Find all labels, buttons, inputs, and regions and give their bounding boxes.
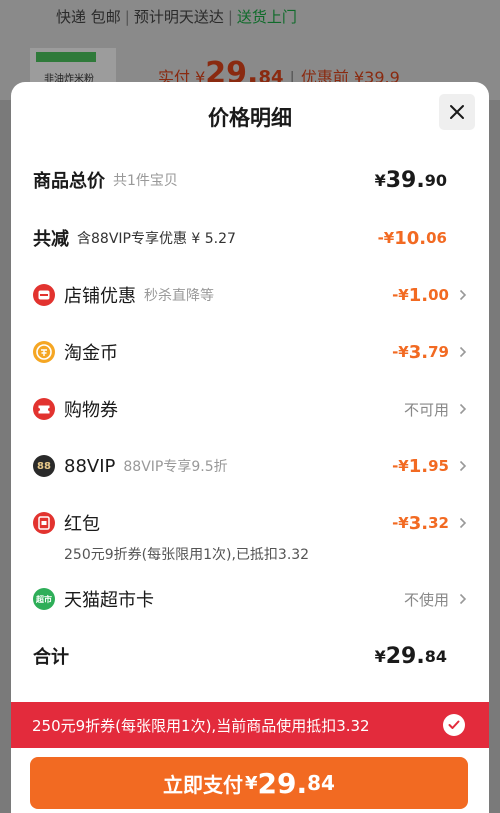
chevron-right-icon	[459, 503, 467, 543]
row-amount: -¥ 1. 95	[392, 446, 449, 486]
red-packet-note: 250元9折券(每张限用1次),已抵扣3.32	[64, 547, 310, 563]
chevron-right-icon	[459, 446, 467, 486]
amount-dec: 95	[428, 457, 449, 475]
row-sub: 秒杀直降等	[144, 288, 214, 304]
shipping-door: 送货上门	[236, 8, 297, 26]
amount-dec: 06	[426, 229, 447, 247]
amount-int: 1.	[408, 455, 429, 477]
pay-int: 29.	[257, 766, 308, 800]
chevron-right-icon	[459, 275, 467, 315]
amount-yen: -¥	[392, 457, 409, 475]
vip88-icon: 88	[33, 455, 55, 477]
chevron-right-icon	[459, 389, 467, 429]
row-label: 商品总价	[33, 171, 105, 192]
row-label: 淘金币	[64, 343, 118, 364]
row-tmall-card[interactable]: 超市 天猫超市卡 不使用	[11, 579, 489, 619]
coupon-banner[interactable]: 250元9折券(每张限用1次),当前商品使用抵扣3.32	[11, 702, 489, 748]
amount-dec: 84	[424, 646, 447, 666]
chevron-right-icon	[459, 332, 467, 372]
amount-dec: 90	[424, 170, 447, 190]
row-status: 不可用	[404, 389, 449, 429]
amount-int: 29.	[385, 643, 425, 669]
row-label: 合计	[33, 647, 69, 668]
amount-yen: -¥	[392, 514, 409, 532]
row-status: 不使用	[404, 579, 449, 619]
row-sub: 共1件宝贝	[113, 173, 178, 189]
amount-int: 3.	[408, 341, 429, 363]
row-amount: ¥39. 90	[375, 160, 447, 200]
amount-dec: 00	[428, 286, 449, 304]
row-label: 红包	[64, 514, 100, 535]
amount-int: 1.	[408, 284, 429, 306]
status-text: 不使用	[403, 590, 449, 609]
chevron-right-icon	[459, 579, 467, 619]
row-amount: -¥ 3. 32	[392, 503, 449, 543]
row-total-reduce: 共减 含88VIP专享优惠 ¥ 5.27 -¥ 10. 06	[11, 218, 489, 258]
row-sub: 含88VIP专享优惠 ¥ 5.27	[77, 231, 236, 247]
row-label: 88VIP	[64, 455, 116, 477]
pay-dec: 84	[307, 771, 335, 795]
row-taojinbi[interactable]: 淘金币 -¥ 3. 79	[11, 332, 489, 372]
shipping-info: 快递 包邮 | 预计明天送达 | 送货上门	[56, 8, 297, 26]
amount-int: 39.	[385, 167, 425, 193]
amount-dec: 79	[428, 343, 449, 361]
red-packet-icon	[33, 512, 55, 534]
row-label: 天猫超市卡	[64, 590, 154, 611]
coupon-ticket-icon	[33, 398, 55, 420]
row-label: 共减	[33, 229, 69, 250]
product-thumbnail-tag	[36, 52, 96, 62]
amount-dec: 32	[428, 514, 449, 532]
row-store-discount[interactable]: 店铺优惠 秒杀直降等 -¥ 1. 00	[11, 275, 489, 315]
amount-yen: ¥	[374, 646, 386, 666]
pay-label: 立即支付	[163, 772, 243, 797]
close-button[interactable]	[439, 94, 475, 130]
row-shopping-coupon[interactable]: 购物券 不可用	[11, 389, 489, 429]
row-amount: -¥ 10. 06	[378, 218, 447, 258]
row-amount: ¥29. 84	[375, 636, 447, 676]
gold-coin-icon	[33, 341, 55, 363]
amount-yen: -¥	[377, 229, 395, 247]
shipping-free: 快递 包邮	[56, 8, 121, 26]
amount-int: 10.	[394, 227, 427, 249]
banner-text: 250元9折券(每张限用1次),当前商品使用抵扣3.32	[32, 716, 370, 735]
amount-yen: -¥	[392, 343, 409, 361]
row-sum: 合计 ¥29. 84	[11, 636, 489, 676]
row-amount: -¥ 3. 79	[392, 332, 449, 372]
row-label: 店铺优惠	[64, 286, 136, 307]
pay-now-button[interactable]: 立即支付 ¥29. 84	[30, 757, 468, 809]
amount-yen: ¥	[374, 170, 386, 190]
row-label: 购物券	[64, 400, 118, 421]
status-text: 不可用	[403, 400, 449, 419]
amount-yen: -¥	[392, 286, 409, 304]
shipping-eta: 预计明天送达	[133, 8, 224, 26]
amount-int: 3.	[408, 512, 429, 534]
close-icon	[450, 105, 464, 119]
row-red-packet[interactable]: 红包 -¥ 3. 32	[11, 503, 489, 543]
row-88vip[interactable]: 88 88VIP 88VIP专享9.5折 -¥ 1. 95	[11, 446, 489, 486]
store-coupon-icon	[33, 284, 55, 306]
row-amount: -¥ 1. 00	[392, 275, 449, 315]
row-total-goods: 商品总价 共1件宝贝 ¥39. 90	[11, 160, 489, 200]
price-detail-sheet: 价格明细 商品总价 共1件宝贝 ¥39. 90 共减 含88VIP专享优惠 ¥ 5…	[11, 82, 489, 813]
tmall-supermarket-card-icon: 超市	[33, 588, 55, 610]
row-sub: 88VIP专享9.5折	[123, 459, 228, 475]
check-icon[interactable]	[443, 714, 465, 736]
pay-yen: ¥	[245, 772, 258, 794]
sheet-title: 价格明细	[208, 106, 292, 130]
